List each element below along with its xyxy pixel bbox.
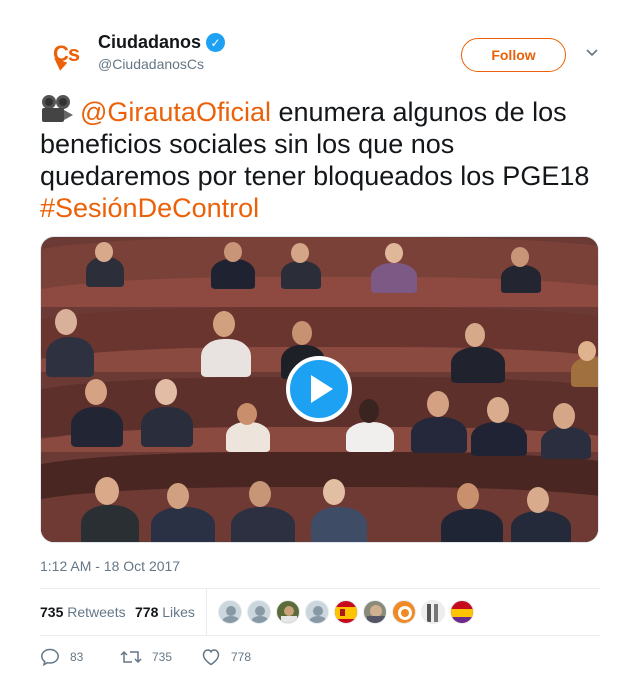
tweet-header: Cs Ciudadanos ✓ @CiudadanosCs Follow — [40, 28, 600, 84]
tweet-stats: 735 Retweets 778 Likes — [40, 589, 600, 635]
account-name-block[interactable]: Ciudadanos ✓ @CiudadanosCs — [98, 32, 226, 72]
retweet-button[interactable]: 735 — [120, 648, 172, 666]
retweet-count: 735 — [152, 650, 173, 664]
likes-stat[interactable]: 778 Likes — [135, 604, 195, 620]
avatar[interactable]: Cs — [40, 28, 92, 80]
tweet-actions: 83 735 778 — [40, 645, 600, 669]
video-player[interactable] — [40, 236, 599, 543]
tweet-timestamp[interactable]: 1:12 AM - 18 Oct 2017 — [40, 558, 180, 574]
divider — [40, 635, 600, 636]
liker-avatar[interactable] — [421, 600, 445, 624]
reply-icon — [41, 648, 59, 666]
retweet-icon — [120, 650, 142, 664]
reply-button[interactable]: 83 — [40, 648, 83, 666]
movie-camera-icon — [40, 95, 74, 123]
mention-link[interactable]: @GirautaOficial — [80, 97, 271, 127]
display-name-text: Ciudadanos — [98, 32, 202, 52]
retweets-count: 735 — [40, 604, 64, 620]
stats-separator — [206, 589, 207, 635]
liker-avatar[interactable] — [305, 600, 329, 624]
play-icon — [311, 375, 333, 403]
tweet-text: @GirautaOficial enumera algunos de los b… — [40, 95, 600, 224]
hashtag-link[interactable]: #SesiónDeControl — [40, 193, 259, 223]
like-button[interactable]: 778 — [201, 648, 251, 666]
liker-avatar[interactable] — [276, 600, 300, 624]
retweets-stat[interactable]: 735 Retweets — [40, 604, 126, 620]
likes-count: 778 — [135, 604, 159, 620]
liker-avatar[interactable] — [247, 600, 271, 624]
likes-label: Likes — [162, 604, 195, 620]
liker-avatars — [218, 600, 474, 624]
reply-count: 83 — [70, 650, 84, 664]
retweets-label: Retweets — [67, 604, 126, 620]
liker-avatar[interactable] — [450, 600, 474, 624]
heart-icon — [202, 649, 220, 666]
liker-avatar[interactable] — [334, 600, 358, 624]
account-handle[interactable]: @CiudadanosCs — [98, 56, 225, 72]
liker-avatar[interactable] — [392, 600, 416, 624]
display-name[interactable]: Ciudadanos ✓ — [98, 32, 226, 53]
liker-avatar[interactable] — [218, 600, 242, 624]
like-count: 778 — [231, 650, 252, 664]
play-button[interactable] — [286, 356, 352, 422]
liker-avatar[interactable] — [363, 600, 387, 624]
follow-button[interactable]: Follow — [461, 38, 566, 72]
verified-badge-icon: ✓ — [206, 33, 226, 52]
chevron-down-icon[interactable] — [585, 46, 599, 60]
